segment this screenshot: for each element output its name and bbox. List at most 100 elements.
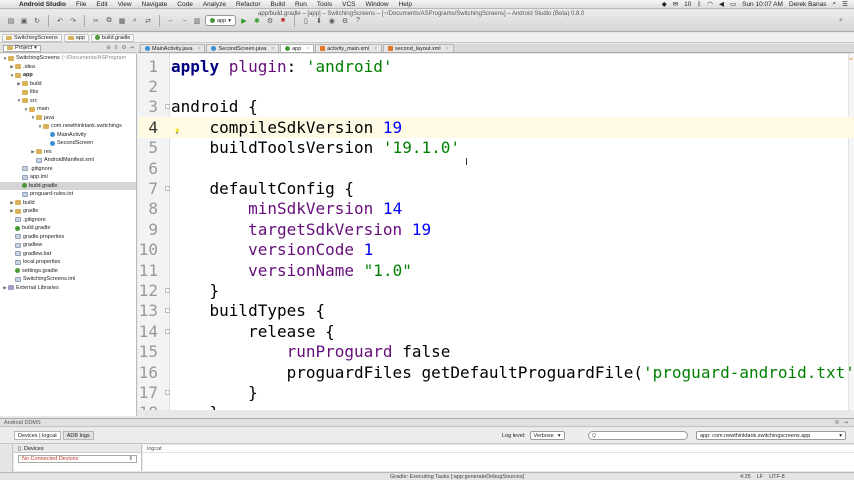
close-icon[interactable]: × [306, 46, 309, 52]
volume-icon[interactable]: ◀ [719, 0, 724, 8]
fold-marker-icon[interactable] [165, 186, 170, 192]
dropbox-icon[interactable]: ◆ [662, 0, 667, 8]
tree-item[interactable]: ▼ main [0, 105, 136, 114]
help-icon[interactable]: ? [353, 16, 363, 26]
menu-app-name[interactable]: Android Studio [14, 1, 71, 8]
paste-icon[interactable]: ▦ [117, 16, 127, 26]
clock[interactable]: Sun 10:07 AM [742, 1, 783, 8]
debug-icon[interactable]: ✱ [252, 16, 262, 26]
tree-item[interactable]: .gitignore [0, 165, 136, 174]
collapse-all-icon[interactable]: ⇕ [114, 45, 119, 51]
code-line[interactable]: 10 versionCode 1 [138, 240, 854, 260]
code-line[interactable]: 17 } [138, 382, 854, 402]
code-line[interactable]: 16 proguardFiles getDefaultProguardFile(… [138, 362, 854, 382]
menu-navigate[interactable]: Navigate [137, 1, 173, 8]
menu-view[interactable]: View [113, 1, 137, 8]
log-level-select[interactable]: Verbose ▾ [529, 431, 565, 440]
tree-item[interactable]: ▼ SwitchingScreens (~/Documents/ASProgram [0, 54, 136, 63]
code-line[interactable]: 8 minSdkVersion 14 [138, 199, 854, 219]
code-line[interactable]: 1 apply plugin: 'android' [138, 56, 854, 76]
hide-panel-icon[interactable]: ⇥ [843, 420, 848, 426]
tab-devices-logcat[interactable]: Devices | logcat [14, 431, 61, 440]
tree-item[interactable]: proguard-rules.txt [0, 190, 136, 199]
editor-tab[interactable]: second_layout.xml × [383, 44, 454, 52]
hide-panel-icon[interactable]: ⇥ [129, 45, 134, 51]
code-line[interactable]: 12 } [138, 280, 854, 300]
bluetooth-icon[interactable]: ᛒ [697, 1, 701, 8]
tree-item[interactable]: ▶ build [0, 199, 136, 208]
editor-tab[interactable]: SecondScreen.java × [206, 44, 280, 52]
code-line[interactable]: 5 buildToolsVersion '19.1.0' [138, 138, 854, 158]
code-line[interactable]: 11 versionName "1.0" [138, 260, 854, 280]
tree-item[interactable]: libs [0, 88, 136, 97]
breadcrumb-project[interactable]: SwitchingScreens [2, 33, 62, 42]
tree-item[interactable]: SecondScreen [0, 139, 136, 148]
sdk-manager-icon[interactable]: ⬇ [314, 16, 324, 26]
menu-run[interactable]: Run [290, 1, 312, 8]
run-icon[interactable]: ▶ [239, 16, 249, 26]
device-select[interactable]: No Connected Devices ⇕ [18, 455, 137, 463]
code-line[interactable]: 4 compileSdkVersion 19 💡 [138, 117, 854, 138]
menu-help[interactable]: Help [394, 1, 417, 8]
user-name[interactable]: Derek Banas [789, 1, 827, 8]
menu-analyze[interactable]: Analyze [198, 1, 231, 8]
spotlight-icon[interactable]: ⌕ [833, 0, 837, 8]
tree-item[interactable]: local.properties [0, 258, 136, 267]
code-line[interactable]: 9 targetSdkVersion 19 [138, 219, 854, 239]
app-filter-select[interactable]: app: com.newthinktank.switchingscreens.a… [696, 431, 846, 440]
tree-item[interactable]: ▶ gradle [0, 207, 136, 216]
status-message[interactable]: Gradle: Executing Tasks [:app:generateDe… [390, 474, 524, 480]
make-project-icon[interactable]: ▥ [192, 16, 202, 26]
list-icon[interactable]: ☰ [842, 0, 848, 8]
tree-item[interactable]: build.gradle [0, 181, 136, 190]
fold-marker-icon[interactable] [165, 288, 170, 294]
redo-icon[interactable]: ↷ [68, 16, 78, 26]
tree-item[interactable]: gradlew.bat [0, 250, 136, 259]
tree-item[interactable]: gradlew [0, 241, 136, 250]
tree-item[interactable]: .gitignore [0, 216, 136, 225]
code-line[interactable]: 6 [138, 158, 854, 178]
panel-settings-icon[interactable]: ⚙ [834, 420, 839, 426]
tree-item[interactable]: ▼ src [0, 97, 136, 106]
caret-position[interactable]: 4:25 [740, 474, 751, 480]
code-line[interactable]: 18 } [138, 403, 854, 410]
tree-item[interactable]: app.iml [0, 173, 136, 182]
close-icon[interactable]: × [198, 46, 201, 52]
battery-icon[interactable]: ▭ [730, 0, 736, 8]
avd-manager-icon[interactable]: ▯ [301, 16, 311, 26]
editor-tab[interactable]: app × [280, 44, 315, 52]
fold-marker-icon[interactable] [165, 104, 170, 110]
file-encoding[interactable]: UTF-8 [769, 474, 785, 480]
editor-tab[interactable]: MainActivity.java × [140, 44, 206, 52]
breadcrumb-file[interactable]: build.gradle [90, 33, 135, 42]
fold-marker-icon[interactable] [165, 308, 170, 314]
code-line[interactable]: 13 buildTypes { [138, 301, 854, 321]
copy-icon[interactable]: ⧉ [104, 16, 114, 26]
tree-item[interactable]: ▶ External Libraries [0, 284, 136, 293]
fold-marker-icon[interactable] [165, 328, 170, 334]
back-icon[interactable]: ← [166, 16, 176, 26]
close-icon[interactable]: × [271, 46, 274, 52]
tree-item[interactable]: ▼ app [0, 71, 136, 80]
code-editor[interactable]: 1 apply plugin: 'android' 2 3 android {4 com… [138, 54, 854, 410]
editor-tab[interactable]: activity_main.xml × [315, 44, 383, 52]
menu-file[interactable]: File [71, 1, 91, 8]
code-line[interactable]: 15 runProguard false [138, 342, 854, 362]
menu-edit[interactable]: Edit [91, 1, 112, 8]
menu-refactor[interactable]: Refactor [231, 1, 266, 8]
tree-item[interactable]: AndroidManifest.xml [0, 156, 136, 165]
stop-icon[interactable]: ■ [278, 16, 288, 26]
search-everywhere-icon[interactable]: ⌕ [836, 16, 846, 26]
intention-bulb-icon[interactable]: 💡 [174, 129, 180, 135]
mail-icon[interactable]: ✉ [673, 0, 678, 8]
code-line[interactable]: 2 [138, 76, 854, 96]
menu-code[interactable]: Code [172, 1, 198, 8]
project-view-select[interactable]: Project ▾ [3, 44, 41, 52]
sync-icon[interactable]: ↻ [32, 16, 42, 26]
fold-marker-icon[interactable] [165, 390, 170, 396]
close-icon[interactable]: × [446, 46, 449, 52]
tree-item[interactable]: gradle.properties [0, 233, 136, 242]
cut-icon[interactable]: ✂ [91, 16, 101, 26]
menu-build[interactable]: Build [266, 1, 290, 8]
tree-item[interactable]: MainActivity [0, 131, 136, 140]
